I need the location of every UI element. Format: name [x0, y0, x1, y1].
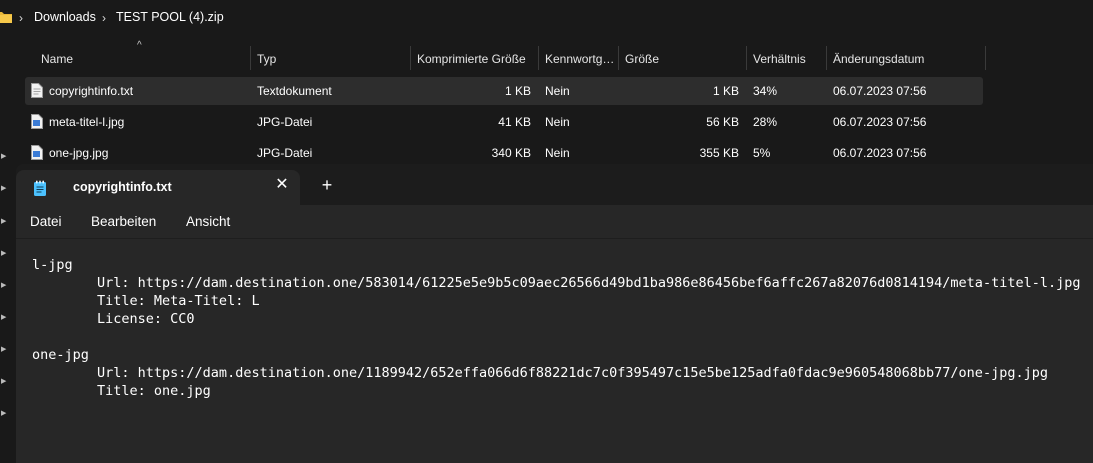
column-divider[interactable] [985, 46, 986, 70]
menu-file[interactable]: Datei [30, 214, 62, 229]
text-line: Url: https://dam.destination.one/583014/… [32, 275, 1081, 291]
breadcrumb-item-zip[interactable]: TEST POOL (4).zip [116, 10, 224, 24]
close-icon[interactable]: ✕ [272, 175, 292, 195]
text-line: Title: one.jpg [32, 383, 211, 399]
file-type: Textdokument [257, 84, 332, 98]
file-ratio: 5% [753, 146, 771, 160]
text-line: one-jpg [32, 347, 89, 363]
text-file-icon [31, 83, 43, 98]
text-line: License: CC0 [32, 311, 195, 327]
file-size: 1 KB [712, 84, 739, 98]
column-ratio[interactable]: Verhältnis [753, 44, 825, 72]
nav-expand-icon[interactable]: ▶ [1, 153, 7, 161]
text-line: l-jpg [32, 257, 73, 273]
chevron-right-icon: › [102, 11, 106, 25]
menu-view[interactable]: Ansicht [186, 214, 230, 229]
tab-copyrightinfo[interactable]: copyrightinfo.txt ✕ [16, 170, 300, 205]
text-line: Url: https://dam.destination.one/1189942… [32, 365, 1048, 381]
image-file-icon [31, 114, 43, 129]
column-divider[interactable] [826, 46, 827, 70]
column-name[interactable]: Name [41, 44, 241, 72]
file-name: meta-titel-l.jpg [49, 115, 125, 129]
file-ratio: 28% [753, 115, 778, 129]
file-type: JPG-Datei [257, 115, 313, 129]
file-password: Nein [545, 115, 570, 129]
column-divider[interactable] [250, 46, 251, 70]
text-editor[interactable]: l-jpg Url: https://dam.destination.one/5… [16, 239, 1093, 463]
tab-title: copyrightinfo.txt [73, 180, 172, 194]
nav-expand-icon[interactable]: ▶ [1, 346, 7, 354]
file-modified: 06.07.2023 07:56 [833, 115, 927, 129]
file-modified: 06.07.2023 07:56 [833, 146, 927, 160]
file-row[interactable]: meta-titel-l.jpg JPG-Datei 41 KB Nein 56… [25, 108, 983, 136]
file-row[interactable]: copyrightinfo.txt Textdokument 1 KB Nein… [25, 77, 983, 105]
file-size: 56 KB [706, 115, 739, 129]
column-password[interactable]: Kennwortg… [545, 44, 615, 72]
file-name: copyrightinfo.txt [49, 84, 134, 98]
column-size[interactable]: Größe [625, 44, 743, 72]
text-line: Title: Meta-Titel: L [32, 293, 260, 309]
file-row[interactable]: one-jpg.jpg JPG-Datei 340 KB Nein 355 KB… [25, 139, 983, 167]
file-size: 355 KB [699, 146, 739, 160]
image-file-icon [31, 145, 43, 160]
column-divider[interactable] [618, 46, 619, 70]
file-compressed-size: 41 KB [498, 115, 531, 129]
notepad-icon [34, 180, 46, 196]
nav-expand-icon[interactable]: ▶ [1, 410, 7, 418]
folder-icon [0, 12, 12, 23]
file-ratio: 34% [753, 84, 778, 98]
breadcrumb: › Downloads › TEST POOL (4).zip [0, 0, 1093, 36]
column-divider[interactable] [746, 46, 747, 70]
column-divider[interactable] [410, 46, 411, 70]
column-compressed-size[interactable]: Komprimierte Größe [417, 44, 535, 72]
nav-expand-icon[interactable]: ▶ [1, 314, 7, 322]
nav-expand-icon[interactable]: ▶ [1, 250, 7, 258]
file-type: JPG-Datei [257, 146, 313, 160]
file-modified: 06.07.2023 07:56 [833, 84, 927, 98]
nav-expand-icon[interactable]: ▶ [1, 378, 7, 386]
column-header-row: ^ Name Typ Komprimierte Größe Kennwortg…… [25, 40, 987, 72]
column-type[interactable]: Typ [257, 44, 407, 72]
column-modified[interactable]: Änderungsdatum [833, 44, 983, 72]
nav-expand-icon[interactable]: ▶ [1, 218, 7, 226]
file-password: Nein [545, 84, 570, 98]
tab-strip: copyrightinfo.txt ✕ + [16, 164, 1093, 205]
nav-expand-icon[interactable]: ▶ [1, 185, 7, 193]
notepad-window: copyrightinfo.txt ✕ + Datei Bearbeiten A… [16, 164, 1093, 463]
file-compressed-size: 1 KB [504, 84, 531, 98]
nav-expand-icon[interactable]: ▶ [1, 282, 7, 290]
file-password: Nein [545, 146, 570, 160]
column-divider[interactable] [538, 46, 539, 70]
new-tab-button[interactable]: + [317, 175, 337, 195]
menu-bar: Datei Bearbeiten Ansicht [16, 205, 1093, 239]
file-name: one-jpg.jpg [49, 146, 109, 160]
breadcrumb-item-downloads[interactable]: Downloads [34, 10, 96, 24]
menu-edit[interactable]: Bearbeiten [91, 214, 156, 229]
file-compressed-size: 340 KB [491, 146, 531, 160]
chevron-right-icon: › [19, 11, 23, 25]
